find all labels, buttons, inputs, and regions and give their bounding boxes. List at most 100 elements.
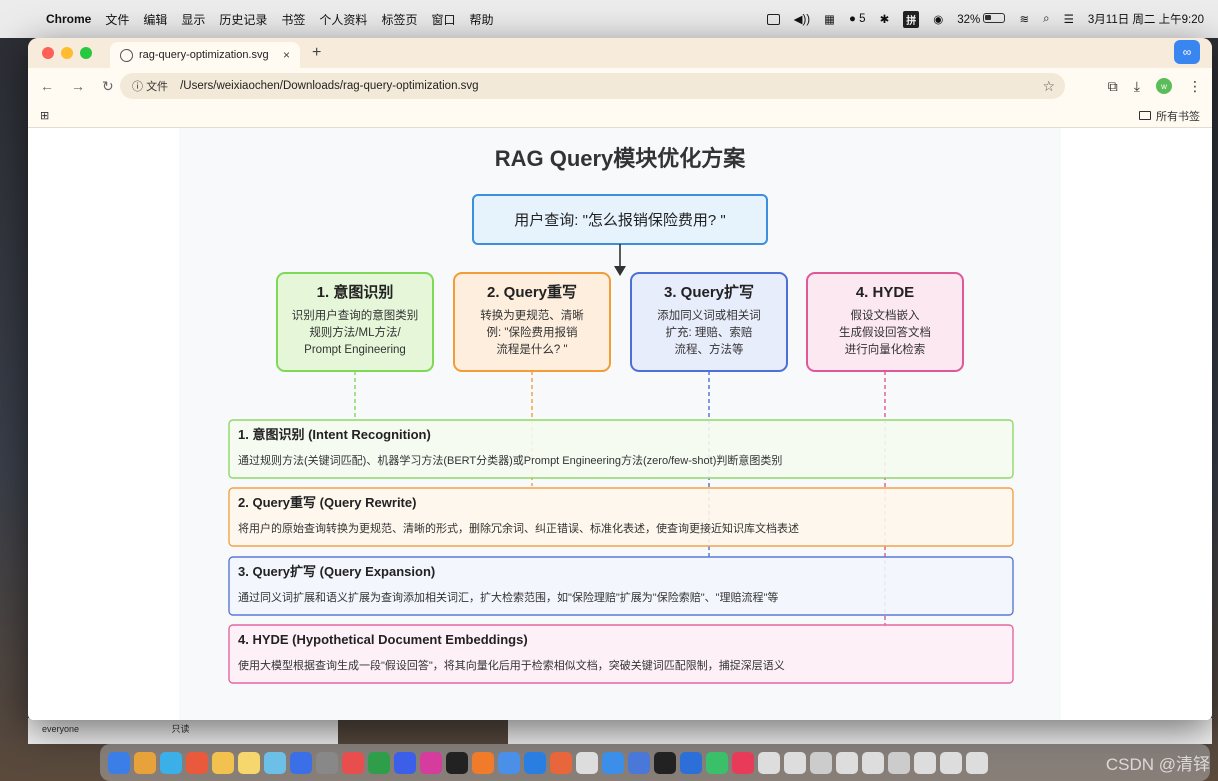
dock-app-icon[interactable]: [758, 751, 780, 774]
tab-bar: rag-query-optimization.svg × + ∞: [28, 38, 1212, 68]
dock-app-icon[interactable]: [810, 751, 832, 774]
dock-app-icon[interactable]: [160, 751, 182, 774]
card-4-line-1: 假设文档嵌入: [851, 308, 920, 322]
dock-app-icon[interactable]: [316, 751, 338, 774]
dock-app-icon[interactable]: [342, 751, 364, 774]
search-icon[interactable]: ⌕: [1043, 13, 1049, 26]
dock-app-icon[interactable]: [186, 751, 208, 774]
card-title-3: 3. Query扩写: [664, 283, 754, 301]
profile-avatar[interactable]: w: [1156, 78, 1172, 94]
card-title-2: 2. Query重写: [487, 283, 577, 301]
new-tab-button[interactable]: +: [312, 44, 321, 62]
wechat-status[interactable]: ● 5: [849, 13, 866, 25]
menu-profiles[interactable]: 个人资料: [319, 11, 367, 28]
omnibox-prefix: 文件: [146, 81, 169, 93]
address-bar[interactable]: ⓘ 文件 /Users/weixiaochen/Downloads/rag-qu…: [120, 73, 1065, 99]
close-tab-icon[interactable]: ×: [283, 48, 290, 62]
bookmark-star-icon[interactable]: ☆: [1042, 78, 1055, 95]
control-center-icon[interactable]: ☰: [1064, 12, 1074, 26]
tab-title: rag-query-optimization.svg: [139, 49, 269, 61]
maximize-window-button[interactable]: [80, 47, 92, 59]
input-method-icon[interactable]: 拼: [903, 10, 920, 28]
query-text: 用户查询: "怎么报销保险费用? ": [514, 212, 726, 229]
dock-app-icon[interactable]: [290, 751, 312, 774]
forward-icon[interactable]: →: [71, 78, 85, 94]
menu-kebab-icon[interactable]: ⋮: [1188, 78, 1202, 95]
dock-app-icon[interactable]: [914, 751, 936, 774]
dock-app-icon[interactable]: [706, 751, 728, 774]
menu-view[interactable]: 显示: [181, 11, 205, 28]
menu-bookmarks[interactable]: 书签: [281, 11, 305, 28]
card-4-line-2: 生成假设回答文档: [839, 325, 931, 339]
menubar: Chrome 文件 编辑 显示 历史记录 书签 个人资料 标签页 窗口 帮助 ◀…: [0, 0, 1218, 38]
download-icon[interactable]: ⤓: [1134, 78, 1140, 95]
close-window-button[interactable]: [42, 47, 54, 59]
extensions-puzzle-icon[interactable]: ⧉: [1108, 78, 1118, 95]
bluetooth-icon[interactable]: ✱: [880, 12, 890, 26]
dock-app-icon[interactable]: [628, 751, 650, 774]
site-info-icon[interactable]: ⓘ 文件: [132, 78, 168, 94]
all-bookmarks-button[interactable]: 所有书签: [1139, 108, 1200, 124]
extension-icon[interactable]: ∞: [1174, 40, 1200, 64]
dock-app-icon[interactable]: [966, 751, 988, 774]
dock-app-icon[interactable]: [576, 751, 598, 774]
dock-app-icon[interactable]: [420, 751, 442, 774]
bookmarks-bar: ⊞ 所有书签: [28, 104, 1212, 128]
apps-grid-icon[interactable]: ⊞: [40, 109, 49, 122]
card-2-line-3: 流程是什么? ": [496, 342, 567, 356]
dock-app-icon[interactable]: [524, 751, 546, 774]
reload-icon[interactable]: ↻: [102, 78, 114, 95]
url-text[interactable]: /Users/weixiaochen/Downloads/rag-query-o…: [180, 80, 479, 92]
grid-icon[interactable]: ▦: [824, 12, 835, 26]
back-icon[interactable]: ←: [40, 78, 54, 94]
card-3-line-2: 扩充: 理赔、索赔: [666, 325, 753, 339]
menu-tabs[interactable]: 标签页: [381, 11, 417, 28]
toolbar-right: ⧉ ⤓ w ⋮: [1108, 68, 1202, 104]
dock-app-icon[interactable]: [472, 751, 494, 774]
battery-status[interactable]: 32%: [957, 12, 1006, 26]
menu-help[interactable]: 帮助: [469, 11, 493, 28]
dock-app-icon[interactable]: [680, 751, 702, 774]
dock-app-icon[interactable]: [238, 751, 260, 774]
background-window-text-2: 只读: [171, 724, 190, 734]
tab-active[interactable]: rag-query-optimization.svg ×: [110, 42, 300, 68]
toolbar: ← → ↻ ⓘ 文件 /Users/weixiaochen/Downloads/…: [28, 68, 1212, 104]
folder-icon: [1139, 111, 1151, 120]
menu-window[interactable]: 窗口: [431, 11, 455, 28]
dock-app-icon[interactable]: [940, 751, 962, 774]
detail-title-4: 4. HYDE (Hypothetical Document Embedding…: [238, 632, 528, 647]
dock-app-icon[interactable]: [784, 751, 806, 774]
page-content: RAG Query模块优化方案 用户查询: "怎么报销保险费用? " 1. 意图识别…: [28, 128, 1212, 720]
all-bookmarks-label: 所有书签: [1156, 110, 1200, 123]
dock-app-icon[interactable]: [836, 751, 858, 774]
dock-app-icon[interactable]: [602, 751, 624, 774]
watermark: CSDN @清铎: [1105, 755, 1210, 774]
background-window: everyone 只读: [28, 718, 338, 744]
dock-app-icon[interactable]: [550, 751, 572, 774]
volume-icon[interactable]: ◀︎)): [794, 12, 811, 26]
menubar-app-name[interactable]: Chrome: [46, 12, 91, 26]
background-window-right: [508, 718, 1212, 744]
menu-history[interactable]: 历史记录: [219, 11, 267, 28]
dock-app-icon[interactable]: [134, 751, 156, 774]
dock-app-icon[interactable]: [108, 751, 130, 774]
dock-app-icon[interactable]: [264, 751, 286, 774]
minimize-window-button[interactable]: [61, 47, 73, 59]
menu-edit[interactable]: 编辑: [143, 11, 167, 28]
menu-file[interactable]: 文件: [105, 11, 129, 28]
dock-app-icon[interactable]: [368, 751, 390, 774]
dock-app-icon[interactable]: [888, 751, 910, 774]
dock-app-icon[interactable]: [862, 751, 884, 774]
menubar-clock[interactable]: 3月11日 周二 上午9:20: [1088, 11, 1204, 27]
dock-app-icon[interactable]: [654, 751, 676, 774]
dock-app-icon[interactable]: [394, 751, 416, 774]
rag-diagram: RAG Query模块优化方案用户查询: "怎么报销保险费用? " 1. 意图识别…: [228, 146, 1014, 684]
user-icon[interactable]: ◉: [933, 12, 943, 26]
dock-app-icon[interactable]: [212, 751, 234, 774]
dock-app-icon[interactable]: [498, 751, 520, 774]
dock-app-icon[interactable]: [446, 751, 468, 774]
wifi-icon[interactable]: ≋: [1019, 12, 1029, 26]
screen-mirror-icon[interactable]: [766, 13, 780, 25]
query-arrow-head: [614, 266, 626, 276]
dock-app-icon[interactable]: [732, 751, 754, 774]
